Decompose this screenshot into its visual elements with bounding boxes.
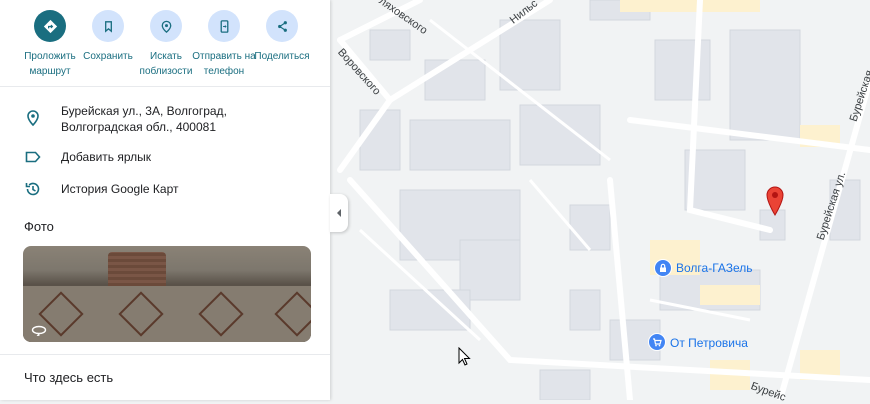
address-text: Бурейская ул., 3А, Волгоград, Волгоградс…: [61, 104, 227, 134]
selected-location-pin-icon[interactable]: [765, 186, 785, 216]
directions-button[interactable]: Проложить маршрут: [21, 10, 79, 88]
poi-marker[interactable]: [654, 259, 672, 277]
action-bar: Проложить маршрут Сохранить Искать побли…: [0, 0, 330, 88]
send-to-phone-label: Отправить на телефон: [192, 51, 256, 77]
photos-heading: Фото: [24, 219, 54, 234]
map-canvas[interactable]: ляховского Нильс Воровского Бурейская ул…: [330, 0, 870, 404]
save-button[interactable]: Сохранить: [79, 10, 137, 88]
maps-history-row[interactable]: История Google Карт: [0, 180, 330, 200]
map-tiles: [330, 0, 870, 400]
address-row[interactable]: Бурейская ул., 3А, Волгоград, Волгоградс…: [0, 103, 330, 139]
send-to-phone-button[interactable]: Отправить на телефон: [192, 10, 256, 88]
share-button[interactable]: Поделиться: [253, 10, 311, 88]
add-label-text: Добавить ярлык: [61, 150, 152, 164]
shopping-cart-icon: [653, 338, 662, 347]
maps-history-text: История Google Карт: [61, 182, 179, 196]
add-label-row[interactable]: Добавить ярлык: [0, 148, 330, 168]
share-label: Поделиться: [254, 51, 310, 62]
collapse-panel-button[interactable]: [330, 194, 348, 232]
poi-label[interactable]: От Петровича: [670, 336, 748, 350]
divider: [0, 86, 330, 87]
save-label: Сохранить: [83, 51, 133, 62]
directions-icon: [34, 10, 66, 42]
directions-label: Проложить маршрут: [24, 51, 76, 77]
divider: [0, 354, 330, 355]
share-icon: [266, 10, 298, 42]
nearby-search-icon: [150, 10, 182, 42]
lock-icon: [660, 263, 666, 272]
place-photo[interactable]: [23, 246, 311, 342]
send-to-phone-icon: [208, 10, 240, 42]
place-details-panel: Проложить маршрут Сохранить Искать побли…: [0, 0, 330, 400]
bookmark-icon: [92, 10, 124, 42]
chevron-left-icon: [337, 209, 341, 217]
poi-marker[interactable]: [648, 333, 666, 351]
history-icon: [25, 182, 40, 196]
location-pin-icon: [27, 110, 39, 127]
search-nearby-button[interactable]: Искать поблизости: [137, 10, 195, 88]
label-tag-icon: [25, 151, 41, 163]
whats-here-heading: Что здесь есть: [24, 370, 114, 385]
street-view-icon: [31, 325, 47, 336]
poi-label[interactable]: Волга-ГАЗель: [676, 261, 753, 275]
mouse-cursor-icon: [458, 347, 471, 366]
